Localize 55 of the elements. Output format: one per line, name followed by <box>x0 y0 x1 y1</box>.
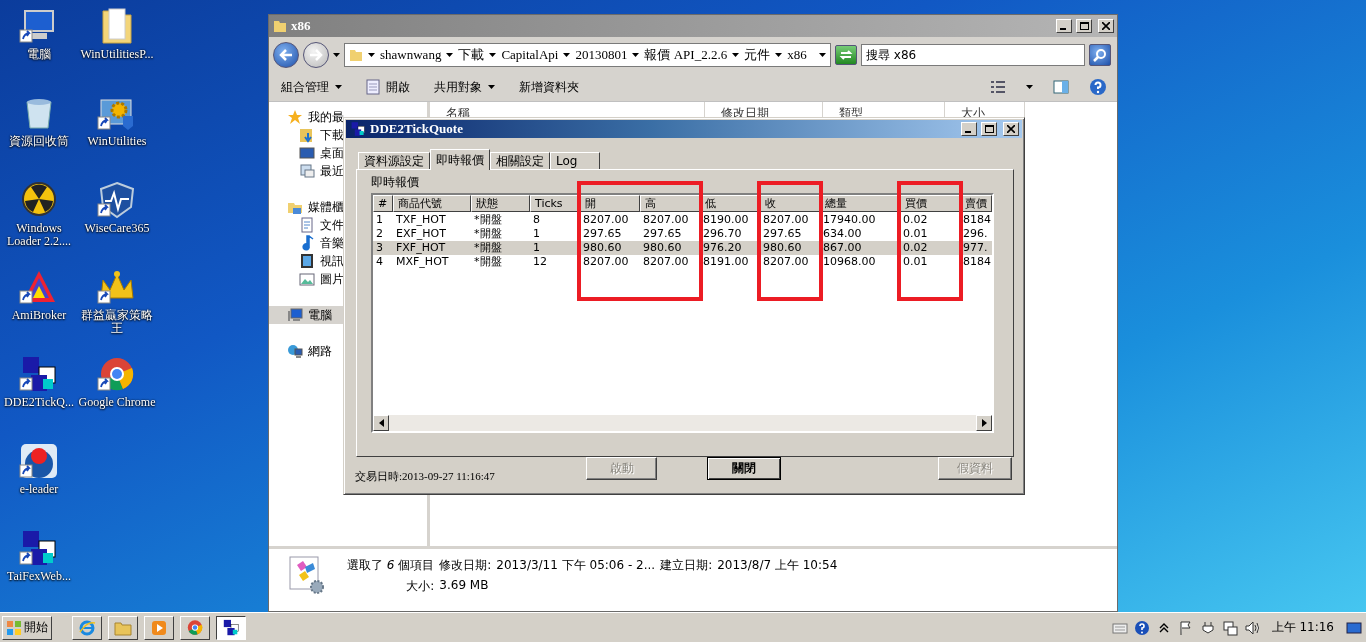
table-cell-text: 8190.00 <box>702 213 750 227</box>
table-cell-text: TXF_HOT <box>395 213 447 227</box>
table-cell-text: 977. <box>962 241 989 255</box>
window-title: x86 <box>291 18 312 34</box>
table-cell-text: 297.65 <box>582 227 623 241</box>
table-cell-text: 8207.00 <box>642 213 690 227</box>
table-cell-text: 8207.00 <box>762 213 810 227</box>
table-cell-text: 8207.00 <box>582 213 630 227</box>
table-cell-text: 980.60 <box>762 241 803 255</box>
table-cell-text: *開盤 <box>473 255 503 269</box>
table-cell-text: 8207.00 <box>762 255 810 269</box>
table-cell-text: 1 <box>532 227 541 241</box>
modified-date: 2013/3/11 下午 05:06 - 2... <box>496 557 656 574</box>
table-cell-text: 296. <box>962 227 989 241</box>
table-cell-text: 0.02 <box>902 213 929 227</box>
window-title: DDE2TickQuote <box>370 121 464 137</box>
details-label: 建立日期: <box>660 557 713 574</box>
table-cell-text: 8 <box>532 213 541 227</box>
table-cell-text: 12 <box>532 255 548 269</box>
table-cell-text: 8184 <box>962 213 992 227</box>
table-cell-text: EXF_HOT <box>395 227 447 241</box>
table-cell-text: 867.00 <box>822 241 863 255</box>
table-cell-text: *開盤 <box>473 227 503 241</box>
table-cell-text: 1 <box>532 241 541 255</box>
table-cell-text: 297.65 <box>762 227 803 241</box>
table-cell-text: 0.01 <box>902 227 929 241</box>
table-cell-text: 10968.00 <box>822 255 877 269</box>
table-cell-text: 297.65 <box>642 227 683 241</box>
file-size: 3.69 MB <box>439 578 490 594</box>
table-cell-text: 0.01 <box>902 255 929 269</box>
table-cell-text: 8184 <box>962 255 992 269</box>
table-cell-text: 1 <box>375 213 384 227</box>
table-cell-text: 296.70 <box>702 227 743 241</box>
trade-datetime: 交易日時:2013-09-27 11:16:47 <box>355 469 496 484</box>
table-cell-text: *開盤 <box>473 213 503 227</box>
table-cell-text: 8207.00 <box>582 255 630 269</box>
selection-summary: 選取了 6 個項目 <box>347 557 435 574</box>
table-cell-text: 0.02 <box>902 241 929 255</box>
table-cell-text: 8207.00 <box>642 255 690 269</box>
table-cell-text: MXF_HOT <box>395 255 450 269</box>
table-cell-text: 3 <box>375 241 384 255</box>
group-label: 即時報價 <box>371 174 419 191</box>
table-cell-text: 980.60 <box>642 241 683 255</box>
table-cell-text: *開盤 <box>473 241 503 255</box>
created-date: 2013/8/7 上午 10:54 <box>717 557 838 574</box>
table-cell-text: 976.20 <box>702 241 743 255</box>
details-label: 修改日期: <box>439 557 492 574</box>
details-label: 大小: <box>405 578 435 595</box>
table-cell-text: 8191.00 <box>702 255 750 269</box>
table-cell-text: 634.00 <box>822 227 863 241</box>
table-cell-text: FXF_HOT <box>395 241 447 255</box>
table-cell-text: 17940.00 <box>822 213 877 227</box>
table-cell-text: 2 <box>375 227 384 241</box>
table-cell-text: 4 <box>375 255 384 269</box>
table-cell-text: 980.60 <box>582 241 623 255</box>
